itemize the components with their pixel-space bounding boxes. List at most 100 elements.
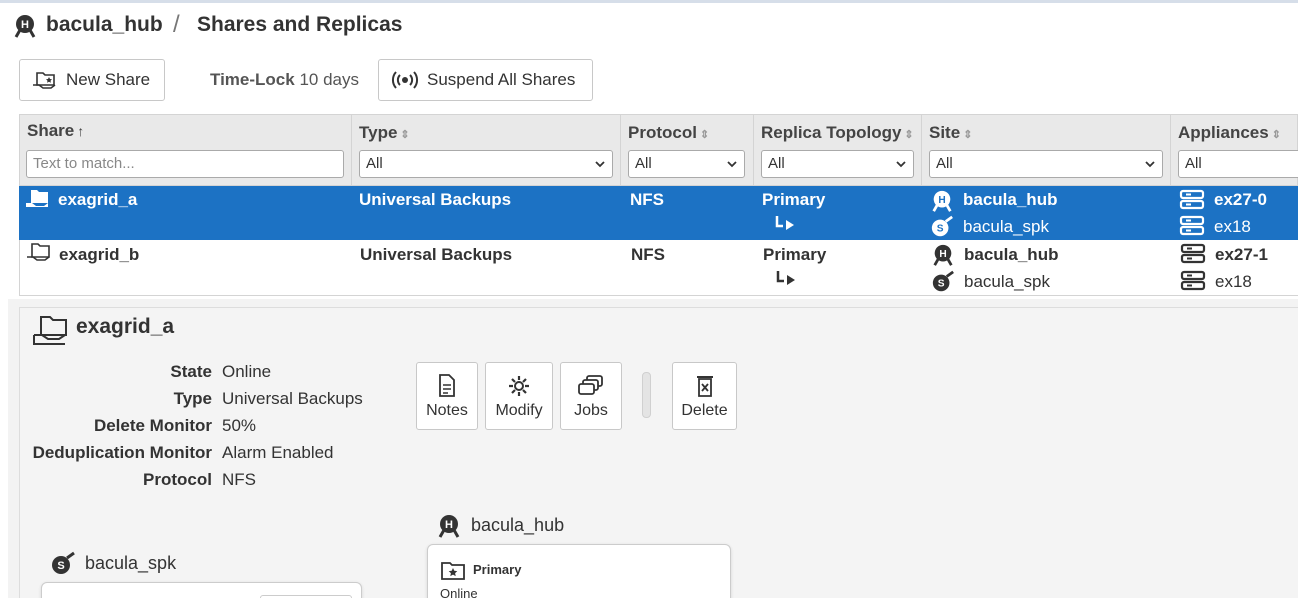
hub-site-icon: H xyxy=(932,190,952,212)
svg-text:S: S xyxy=(57,560,64,572)
appliance-icon xyxy=(1179,189,1205,210)
new-share-label: New Share xyxy=(66,70,151,89)
svg-text:S: S xyxy=(937,224,944,235)
column-divider xyxy=(620,114,621,186)
chevron-down-icon xyxy=(896,161,906,168)
topology-hub-label[interactable]: bacula_hub xyxy=(471,515,564,536)
primary-node-title: Primary xyxy=(473,562,522,577)
column-divider xyxy=(1170,114,1171,186)
site-spoke[interactable]: bacula_spk xyxy=(964,272,1050,292)
breadcrumb-separator: / xyxy=(173,11,180,38)
share-folder-icon xyxy=(33,316,67,345)
share-folder-icon xyxy=(27,243,50,261)
appliance-icon xyxy=(1179,215,1205,236)
timelock-status: Time-Lock 10 days xyxy=(210,70,359,90)
broadcast-icon xyxy=(392,71,418,89)
topology-spoke-label[interactable]: bacula_spk xyxy=(85,553,176,574)
column-header-site[interactable]: Site ⇕ xyxy=(929,123,972,143)
prop-key-type: Type xyxy=(173,389,212,408)
spoke-site-icon: S xyxy=(52,551,75,574)
column-header-share[interactable]: Share ↑ xyxy=(27,121,84,141)
prop-key-delete-monitor: Delete Monitor xyxy=(93,416,212,435)
notes-button[interactable]: Notes xyxy=(416,362,478,430)
appliance-icon xyxy=(1180,270,1206,291)
hub-site-icon: H xyxy=(438,515,460,538)
column-header-appliances[interactable]: Appliances ⇕ xyxy=(1178,123,1281,143)
prop-value-delete-monitor: 50% xyxy=(222,416,257,435)
topology-filter-select[interactable]: All xyxy=(761,150,914,178)
appliance-icon xyxy=(1180,243,1206,264)
column-header-protocol[interactable]: Protocol ⇕ xyxy=(628,123,709,143)
modify-button[interactable]: Modify xyxy=(485,362,553,430)
site-spoke[interactable]: bacula_spk xyxy=(963,217,1049,237)
appliance-replica[interactable]: ex18 xyxy=(1214,217,1251,237)
topology-primary: Primary xyxy=(763,245,827,264)
share-protocol: NFS xyxy=(630,190,664,209)
delete-icon xyxy=(696,376,713,397)
suspend-all-label: Suspend All Shares xyxy=(427,70,576,89)
share-type: Universal Backups xyxy=(360,245,513,264)
protocol-filter-select[interactable]: All xyxy=(628,150,745,178)
replica-arrow-icon xyxy=(775,216,794,230)
share-name[interactable]: exagrid_b xyxy=(59,245,139,265)
share-filter-input[interactable]: Text to match... xyxy=(26,150,344,178)
column-divider xyxy=(753,114,754,186)
share-protocol: NFS xyxy=(631,245,665,264)
sort-icon: ⇕ xyxy=(963,129,973,141)
spoke-site-icon: S xyxy=(932,270,954,292)
appliances-filter-select[interactable]: All xyxy=(1178,150,1298,178)
sort-icon: ⇕ xyxy=(699,129,710,141)
prop-value-protocol: NFS xyxy=(222,470,256,489)
suspend-all-shares-button[interactable]: Suspend All Shares xyxy=(378,59,593,101)
column-divider xyxy=(351,114,352,186)
site-filter-select[interactable]: All xyxy=(929,150,1163,178)
sort-icon: ⇕ xyxy=(400,129,410,141)
primary-node-card[interactable]: Primary Online xyxy=(427,544,731,598)
detail-title: exagrid_a xyxy=(76,315,175,338)
prop-value-type: Universal Backups xyxy=(222,389,363,408)
prop-value-state: Online xyxy=(222,362,272,381)
svg-text:H: H xyxy=(939,249,946,260)
column-header-type[interactable]: Type ⇕ xyxy=(359,123,410,143)
share-name[interactable]: exagrid_a xyxy=(58,190,137,210)
spoke-site-icon: S xyxy=(931,215,953,237)
hub-name[interactable]: bacula_hub xyxy=(46,13,163,37)
column-header-replica-topology[interactable]: Replica Topology ⇕ xyxy=(761,123,914,143)
prop-value-dedup-monitor: Alarm Enabled xyxy=(222,443,334,462)
table-row-selected[interactable]: exagrid_a Universal Backups NFS Primary … xyxy=(19,186,1298,240)
appliance-replica[interactable]: ex18 xyxy=(1215,272,1252,292)
svg-text:H: H xyxy=(938,195,945,206)
jobs-button[interactable]: Jobs xyxy=(560,362,622,430)
appliance-primary[interactable]: ex27-1 xyxy=(1215,245,1268,265)
jobs-icon xyxy=(578,375,603,395)
page-title: Shares and Replicas xyxy=(197,13,403,36)
svg-text:S: S xyxy=(938,279,945,290)
chevron-down-icon xyxy=(1145,161,1155,168)
share-type: Universal Backups xyxy=(359,190,512,209)
title-bar: H bacula_hub / Shares and Replicas xyxy=(0,3,1298,48)
document-icon xyxy=(439,374,455,397)
sort-asc-icon: ↑ xyxy=(77,123,85,139)
prop-key-dedup-monitor: Deduplication Monitor xyxy=(32,443,212,462)
chevron-down-icon xyxy=(727,161,737,168)
timelock-label: Time-Lock xyxy=(210,70,295,89)
primary-node-state: Online xyxy=(440,586,478,598)
chevron-down-icon xyxy=(595,161,605,168)
site-hub[interactable]: bacula_hub xyxy=(963,190,1057,210)
appliance-primary[interactable]: ex27-0 xyxy=(1214,190,1267,210)
primary-folder-icon xyxy=(441,562,465,580)
column-divider xyxy=(921,114,922,186)
hub-site-icon: H xyxy=(933,244,953,266)
table-row[interactable]: exagrid_b Universal Backups NFS Primary … xyxy=(19,240,1298,296)
delete-button[interactable]: Delete xyxy=(672,362,737,430)
new-share-button[interactable]: New Share xyxy=(19,59,165,101)
site-hub[interactable]: bacula_hub xyxy=(964,245,1058,265)
timelock-value: 10 days xyxy=(299,70,359,89)
gear-icon xyxy=(509,376,529,396)
new-share-icon xyxy=(33,72,56,89)
type-filter-select[interactable]: All xyxy=(359,150,613,178)
replica-node-card[interactable] xyxy=(41,582,362,598)
toolbar-divider xyxy=(642,372,651,418)
share-folder-icon xyxy=(26,190,48,207)
replica-arrow-icon xyxy=(776,271,795,285)
